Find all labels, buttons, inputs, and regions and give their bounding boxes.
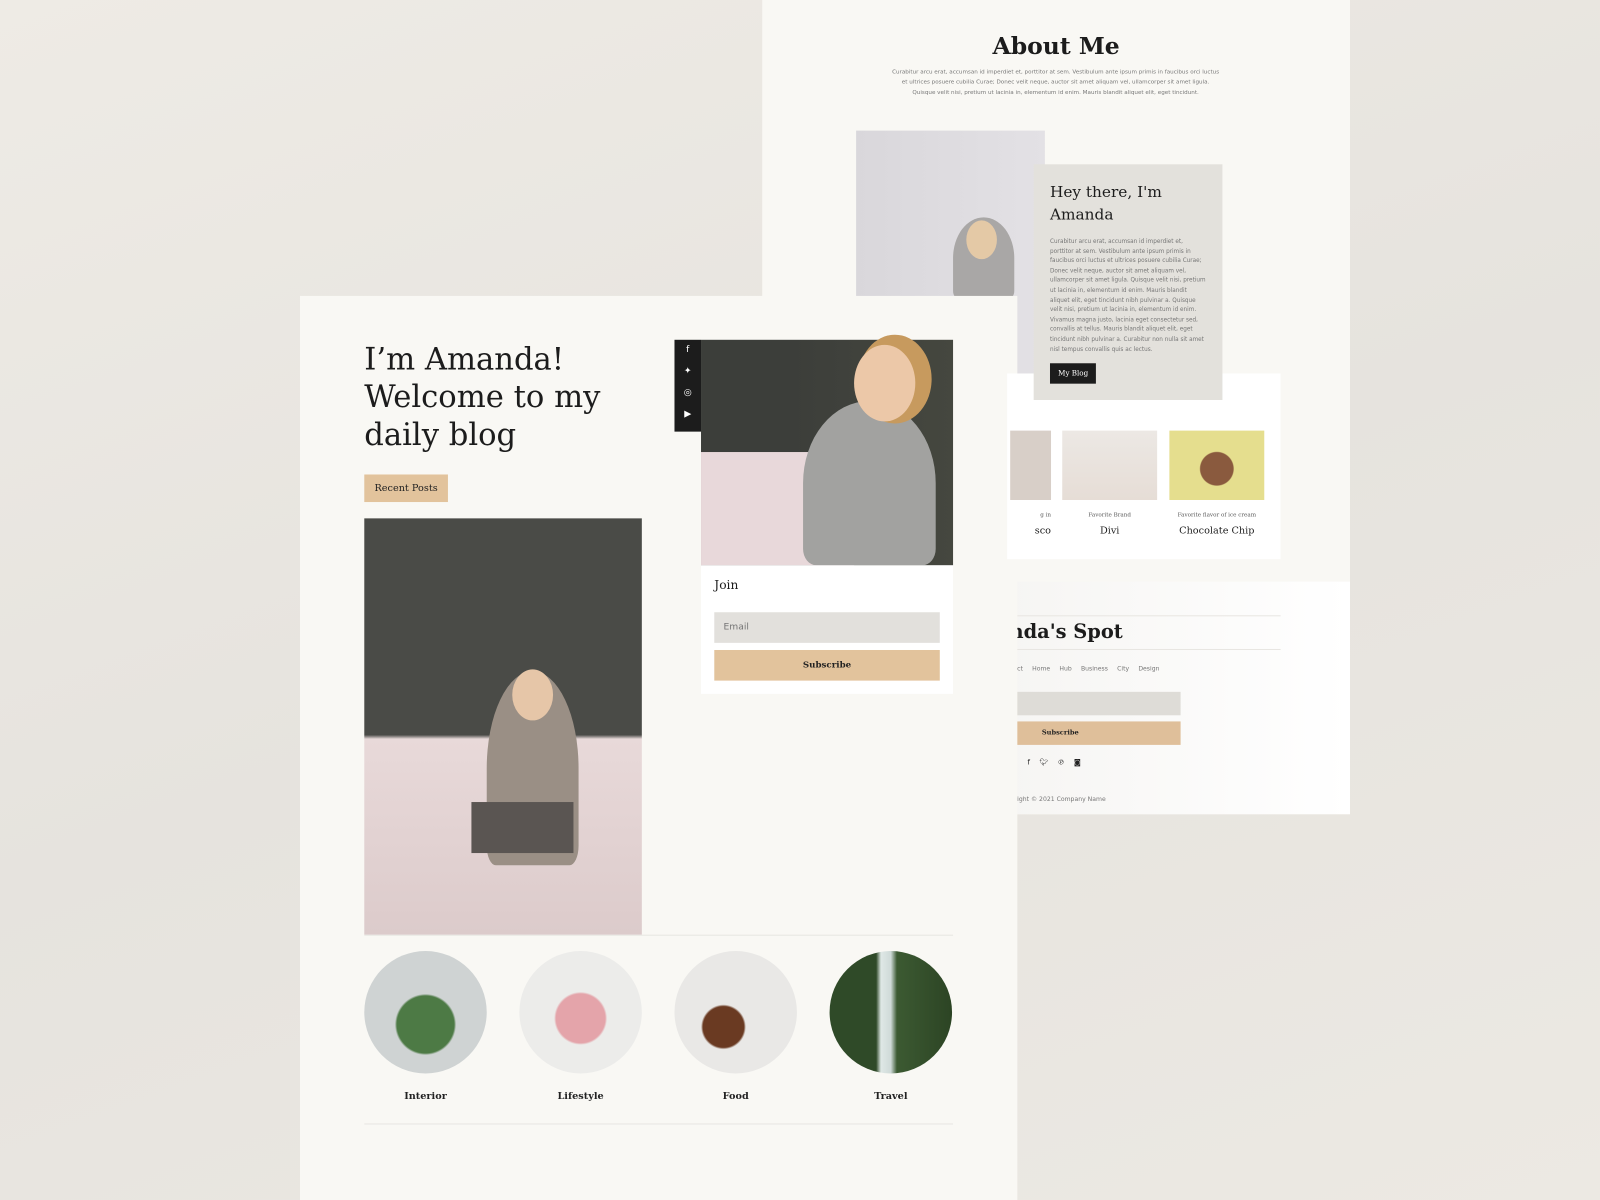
category-lifestyle[interactable]: Lifestyle — [519, 951, 642, 1102]
twitter-icon[interactable]: 🐦︎ — [1039, 758, 1048, 766]
pinterest-icon[interactable]: ℗ — [1058, 758, 1065, 766]
copyright: pyright © 2021 Company Name — [1007, 795, 1106, 804]
facebook-icon[interactable]: f — [1028, 758, 1031, 766]
email-input[interactable] — [714, 612, 940, 643]
favorites-section: g in sco Favorite Brand Divi Favorite flav… — [1007, 373, 1281, 560]
instagram-icon[interactable]: ◙ — [1074, 758, 1081, 766]
category-food[interactable]: Food — [674, 951, 797, 1102]
card-text: Curabitur arcu erat, accumsan id imperdi… — [1049, 238, 1206, 353]
about-title: About Me — [992, 32, 1120, 61]
home-page-preview: I’m Amanda! Welcome to my daily blog Rec… — [299, 295, 1018, 1200]
footer-preview: anda's Spot ntactHomeHubBusinessCityDesi… — [997, 581, 1350, 815]
favorite-image — [1062, 430, 1158, 500]
join-title: Join — [714, 577, 739, 592]
about-intro: Curabitur arcu erat, accumsan id imperdi… — [892, 69, 1220, 96]
footer-nav: ntactHomeHubBusinessCityDesign — [1007, 665, 1169, 672]
nav-link[interactable]: Design — [1138, 665, 1159, 672]
canvas: About Me Curabitur arcu erat, accumsan i… — [0, 0, 1600, 1200]
join-form: Join Subscribe — [701, 565, 954, 694]
social-bar: f ✦ ◎ ▶ — [674, 339, 702, 432]
nav-link[interactable]: Business — [1081, 665, 1108, 672]
category-interior[interactable]: Interior — [364, 951, 487, 1102]
subscribe-button[interactable]: Subscribe — [714, 649, 940, 681]
nav-link[interactable]: Home — [1032, 665, 1050, 672]
facebook-icon[interactable]: f — [674, 340, 701, 361]
my-blog-button[interactable]: My Blog — [1049, 363, 1097, 384]
nav-link[interactable]: Hub — [1059, 665, 1071, 672]
favorite-image — [1169, 430, 1265, 500]
card-title: Hey there, I'm Amanda — [1049, 182, 1162, 224]
category-travel[interactable]: Travel — [829, 951, 953, 1102]
youtube-icon[interactable]: ▶ — [674, 404, 701, 425]
portrait-photo — [701, 339, 954, 566]
footer-subscribe-button[interactable]: Subscribe — [1007, 721, 1181, 745]
favorite-image — [1010, 430, 1052, 500]
hero-title: I’m Amanda! Welcome to my daily blog — [364, 341, 601, 454]
nav-link[interactable]: City — [1117, 665, 1129, 672]
hero-photo — [364, 518, 642, 935]
instagram-icon[interactable]: ◎ — [674, 383, 701, 404]
intro-card: Hey there, I'm Amanda Curabitur arcu era… — [1033, 164, 1223, 401]
footer-email-input[interactable] — [1007, 691, 1181, 716]
twitter-icon[interactable]: ✦ — [674, 361, 701, 382]
recent-posts-button[interactable]: Recent Posts — [364, 474, 448, 503]
